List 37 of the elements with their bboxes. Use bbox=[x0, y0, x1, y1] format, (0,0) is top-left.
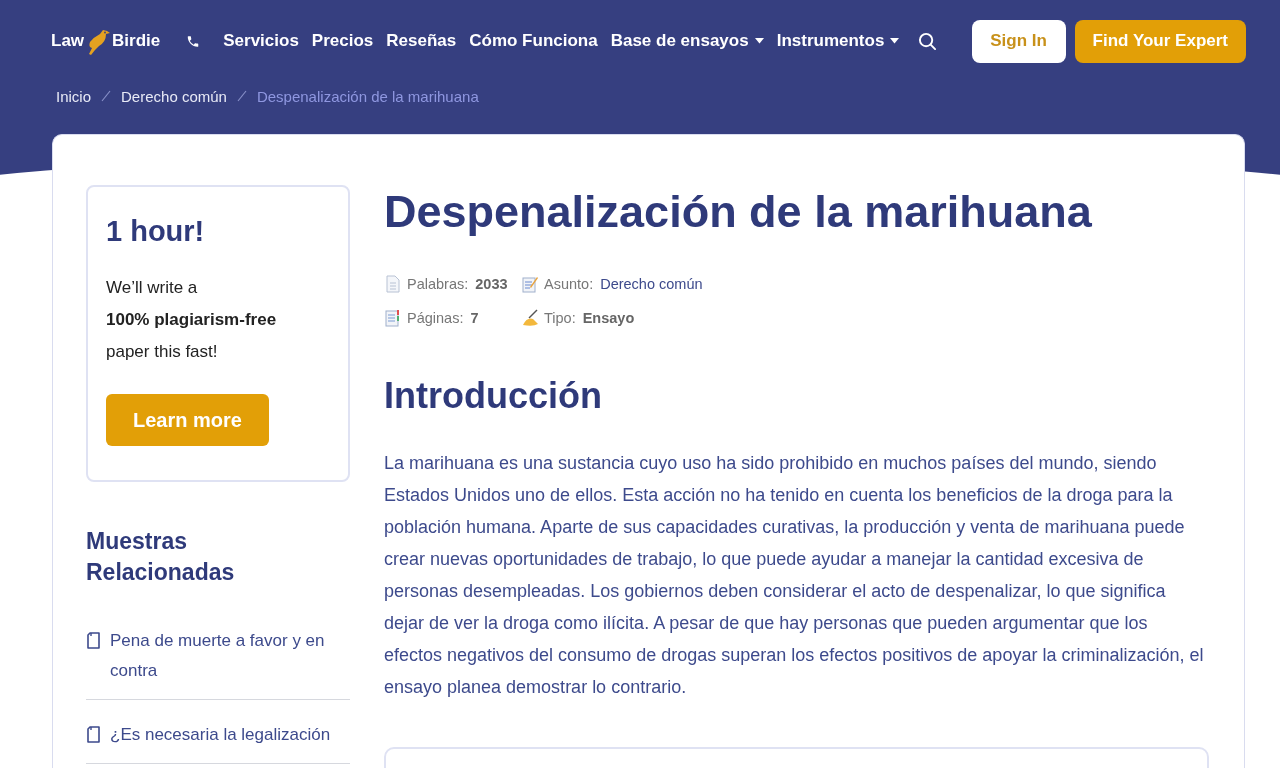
meta-value: 2033 bbox=[475, 276, 508, 292]
subject-link[interactable]: Derecho común bbox=[600, 276, 703, 292]
meta-label: Tipo: bbox=[544, 310, 576, 326]
document-icon bbox=[384, 275, 402, 293]
pages-icon bbox=[384, 309, 402, 327]
logo-text[interactable]: Law bbox=[51, 31, 85, 51]
nav-link[interactable]: Servicios bbox=[223, 31, 299, 51]
nav-link[interactable]: Instrumentos bbox=[776, 31, 900, 51]
writing-hand-icon bbox=[521, 309, 539, 327]
meta-label: Páginas: bbox=[407, 310, 464, 326]
separator-icon bbox=[101, 90, 112, 102]
article-title: Despenalización de la marihuana bbox=[384, 185, 1093, 239]
nav-link[interactable]: Cómo Funciona bbox=[469, 31, 598, 51]
promo-text: We’ll write a 100% plagiarism-free paper this fast! bbox=[106, 277, 278, 363]
document-icon bbox=[86, 726, 101, 743]
separator-icon bbox=[236, 90, 247, 102]
related-link[interactable]: Pena de muerte a favor y en contra bbox=[86, 620, 350, 700]
meta-value: 7 bbox=[470, 310, 479, 326]
nav-link[interactable]: Precios bbox=[311, 31, 374, 51]
section-heading: Muestras Relacionadas bbox=[86, 527, 236, 587]
search-icon[interactable] bbox=[918, 31, 938, 51]
memo-pencil-icon bbox=[521, 275, 539, 293]
nav-link[interactable]: Reseñas bbox=[386, 31, 457, 51]
meta-label: Asunto: bbox=[544, 276, 594, 292]
phone-icon[interactable] bbox=[186, 33, 201, 49]
promo-title: 1 hour! bbox=[106, 215, 206, 248]
nav-link[interactable]: Base de ensayos bbox=[610, 31, 764, 51]
breadcrumb-link[interactable]: Derecho común bbox=[121, 87, 227, 105]
meta-label: Palabras: bbox=[407, 276, 469, 292]
logo-text[interactable]: Birdie bbox=[112, 31, 161, 51]
breadcrumb-link[interactable]: Despenalización de la marihuana bbox=[256, 87, 479, 105]
related-link[interactable]: ¿Es necesaria la legalización bbox=[86, 714, 350, 764]
document-icon bbox=[86, 632, 101, 649]
breadcrumb-link[interactable]: Inicio bbox=[56, 87, 92, 105]
article-paragraph: La marihuana es una sustancia cuyo uso ha sido prohibido en muchos países del mundo, siendo Estados Unidos uno de ellos. Esta acción no ha tenido en cuenta los beneficios de la droga para la población humana. Aparte de sus capacidades curativas, la producción y venta de marihuana puede crear nuevas oportunidades de trabajo, lo que puede ayudar a manejar la cantidad excesiva de personas desempleadas. Los gobiernos deben considerar el acto de despenalizar, lo que significa dejar de ver la droga como ilícita. A pesar de que hay personas que pueden argumentar que los efectos negativos del consumo de drogas superan los efectos positivos de apoyar la criminalización, el ensayo planea demostrar lo contrario. bbox=[384, 452, 1205, 699]
section-heading: Introducción bbox=[384, 375, 603, 417]
meta-value: Ensayo bbox=[582, 310, 635, 326]
